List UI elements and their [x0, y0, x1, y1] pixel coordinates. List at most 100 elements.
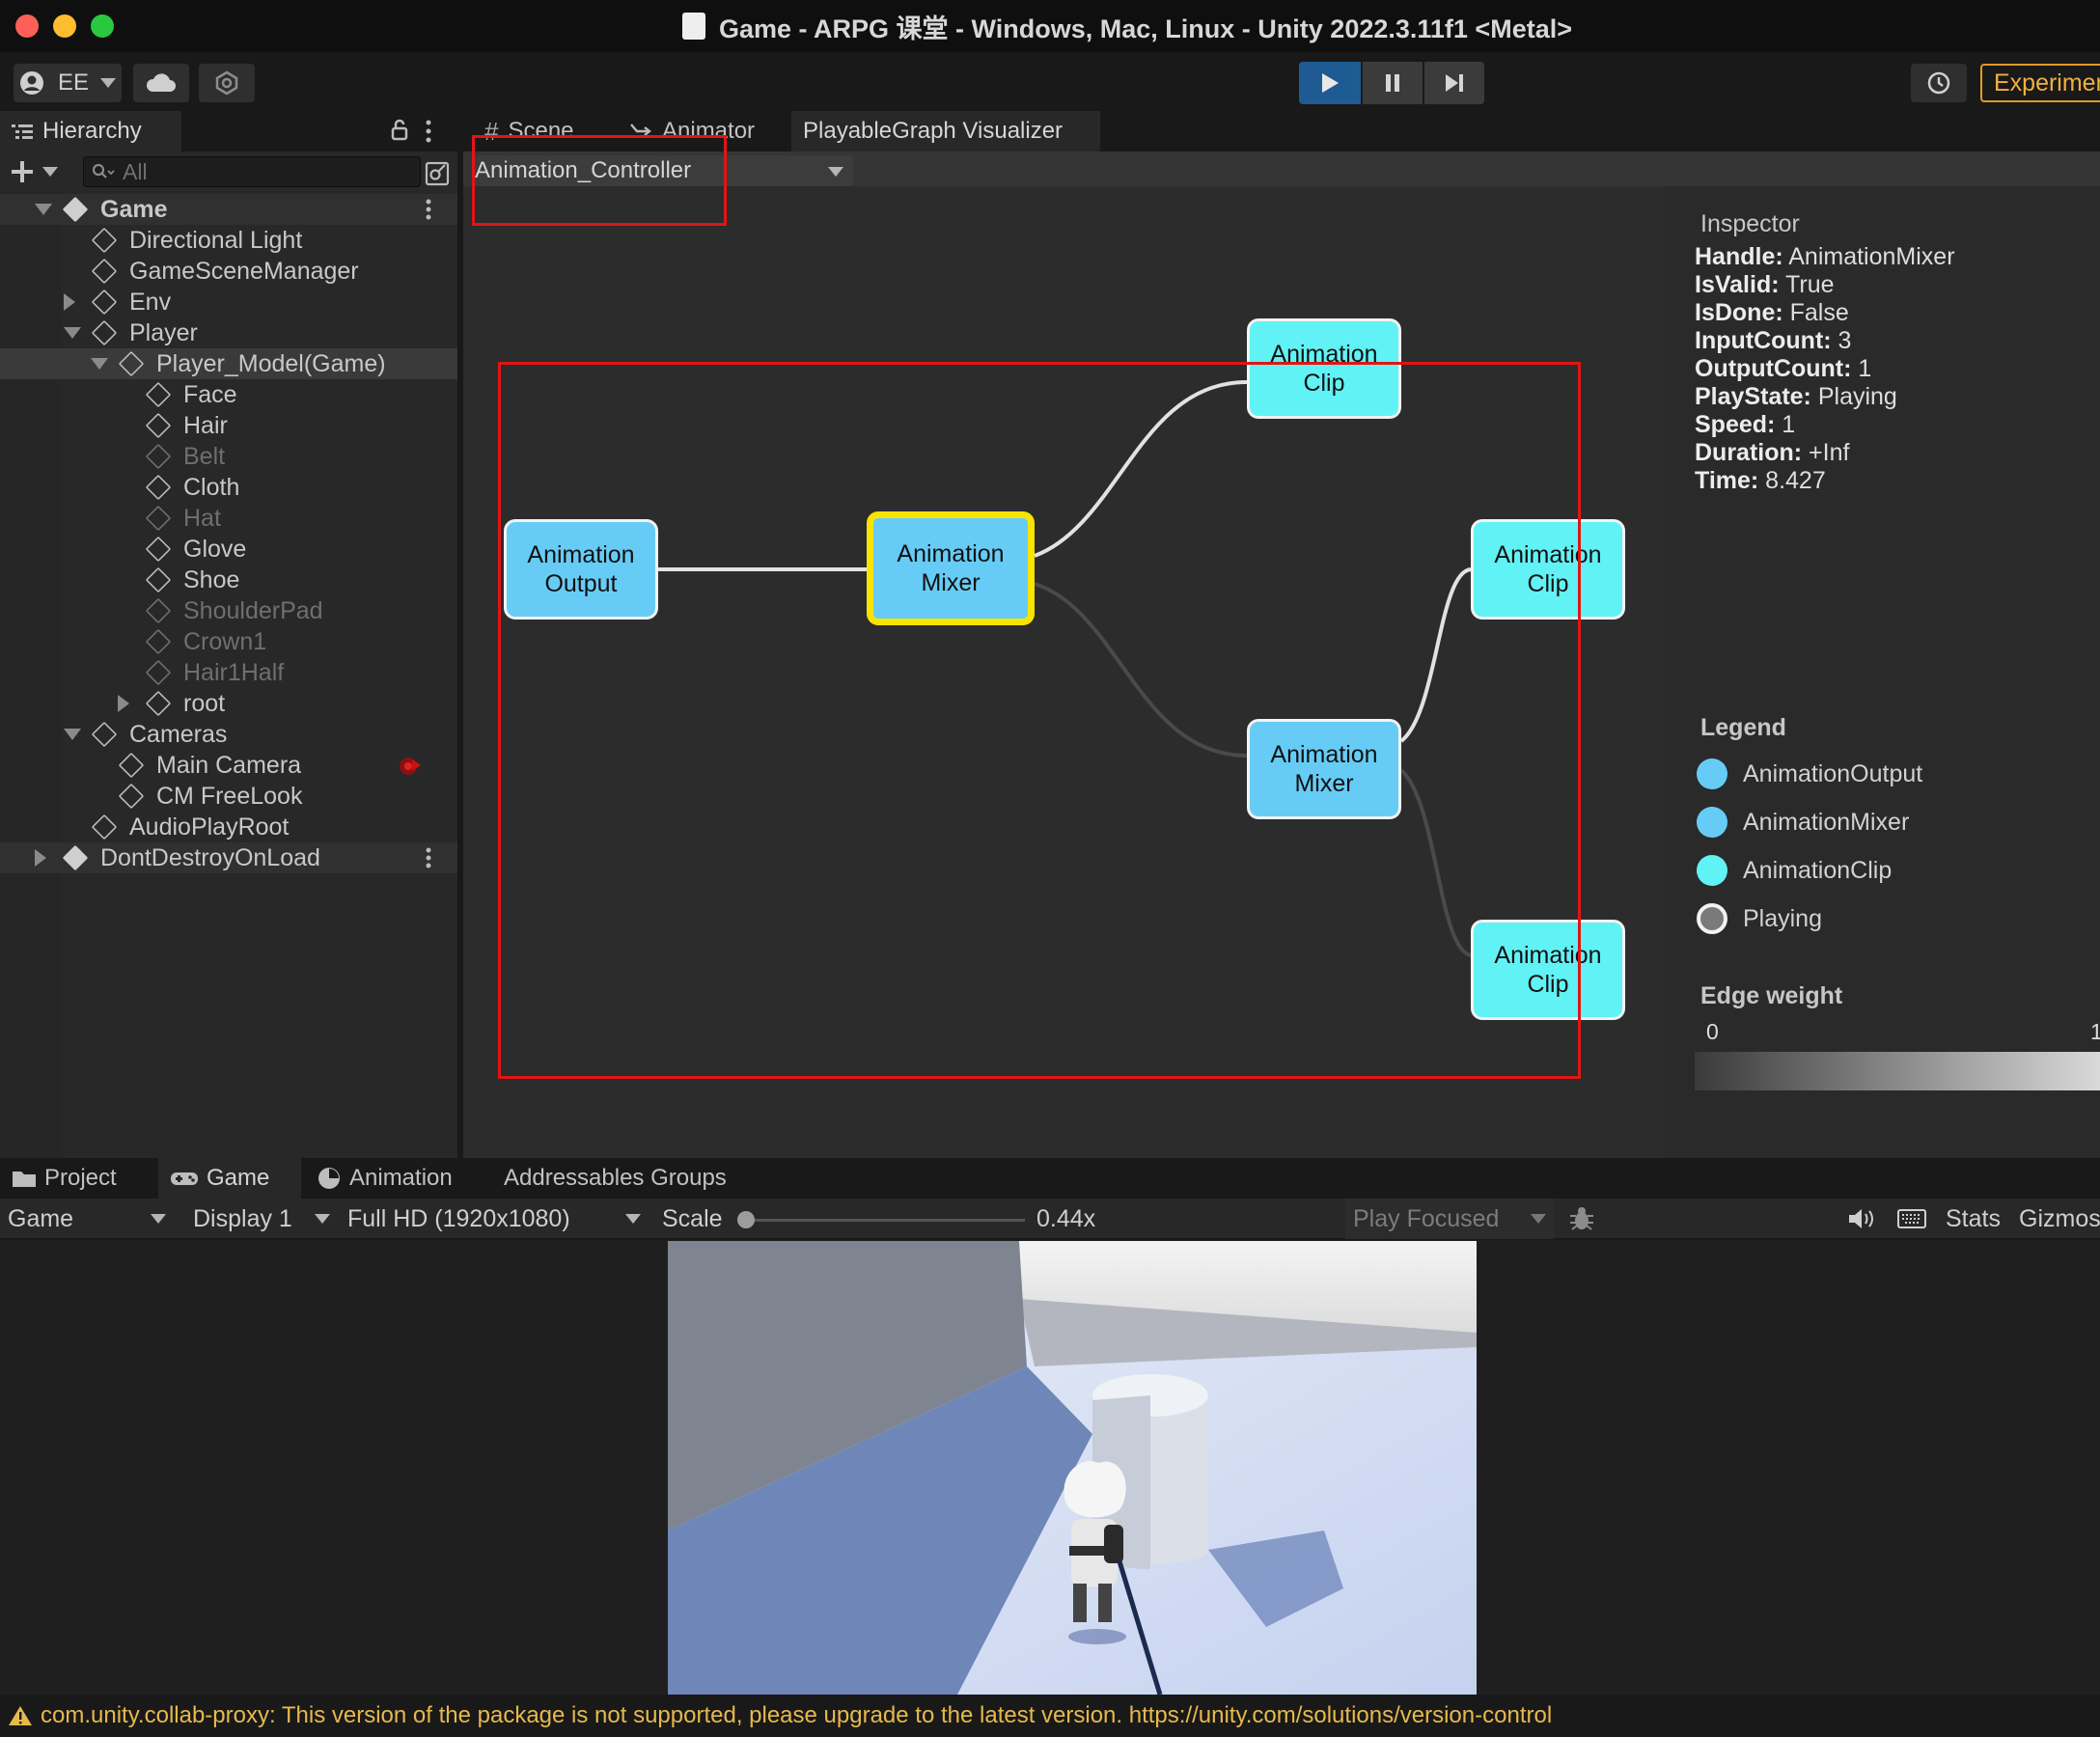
hierarchy-row[interactable]: Hair1Half	[0, 657, 457, 688]
tab-game[interactable]: Game	[158, 1158, 301, 1199]
gameobject-cube-icon	[145, 474, 172, 501]
tab-game-label: Game	[207, 1165, 270, 1191]
step-button[interactable]	[1424, 62, 1484, 104]
inspector-field: Time: 8.427	[1695, 467, 1826, 495]
hierarchy-row[interactable]: Shoe	[0, 565, 457, 595]
create-button[interactable]	[10, 159, 58, 184]
status-bar[interactable]: com.unity.collab-proxy: This version of …	[0, 1695, 2100, 1737]
gameobject-cube-icon	[145, 505, 172, 532]
legend-label: AnimationClip	[1743, 857, 1893, 884]
inspector-field: Handle: AnimationMixer	[1695, 243, 1955, 271]
hierarchy-row[interactable]: Player	[0, 317, 457, 348]
play-icon	[1322, 73, 1339, 93]
game-view-select[interactable]: Game	[8, 1199, 172, 1239]
hierarchy-row[interactable]: Cloth	[0, 472, 457, 503]
more-options-icon[interactable]	[425, 198, 432, 228]
hierarchy-row[interactable]: Player_Model(Game)	[0, 348, 457, 379]
keyboard-icon[interactable]	[1897, 1199, 1926, 1239]
collapse-arrow-icon[interactable]	[64, 729, 81, 740]
legend-label: AnimationMixer	[1743, 809, 1910, 836]
lock-icon[interactable]	[390, 119, 409, 147]
hierarchy-row[interactable]: DontDestroyOnLoad	[0, 842, 457, 873]
play-mode-select[interactable]: Play Focused	[1345, 1199, 1554, 1239]
hierarchy-row[interactable]: Crown1	[0, 626, 457, 657]
mute-audio-icon[interactable]	[1847, 1199, 1876, 1239]
title-bar: Game - ARPG 课堂 - Windows, Mac, Linux - U…	[0, 0, 2100, 52]
expand-arrow-icon[interactable]	[118, 695, 129, 712]
hierarchy-row[interactable]: Game	[0, 194, 457, 225]
gizmos-button[interactable]: Gizmos	[2019, 1199, 2100, 1239]
hierarchy-tabstrip: Hierarchy	[0, 111, 457, 152]
pause-button[interactable]	[1363, 62, 1423, 104]
hierarchy-row-label: GameSceneManager	[129, 257, 359, 285]
collapse-arrow-icon[interactable]	[35, 204, 52, 215]
bug-icon[interactable]	[1567, 1199, 1596, 1239]
gameobject-cube-icon	[91, 721, 118, 748]
legend-label: AnimationOutput	[1743, 760, 1923, 787]
hierarchy-row[interactable]: Env	[0, 287, 457, 317]
resolution-select[interactable]: Full HD (1920x1080)	[347, 1199, 641, 1239]
tab-addressables-label: Addressables Groups	[504, 1165, 727, 1191]
tab-playablegraph-visualizer[interactable]: PlayableGraph Visualizer	[791, 111, 1100, 152]
inspector-field: OutputCount: 1	[1695, 355, 1871, 383]
gamepad-icon	[171, 1172, 198, 1185]
hierarchy-row-label: Hat	[183, 504, 221, 532]
hierarchy-row-label: Directional Light	[129, 226, 303, 254]
hierarchy-row[interactable]: Main Camera	[0, 750, 457, 781]
hierarchy-row-label: Hair	[183, 411, 228, 439]
cloud-icon	[146, 73, 176, 92]
hierarchy-row-label: Env	[129, 288, 172, 316]
collab-button[interactable]	[199, 64, 255, 102]
legend-swatch	[1697, 903, 1727, 934]
collapse-arrow-icon[interactable]	[64, 327, 81, 339]
tab-project[interactable]: Project	[0, 1158, 154, 1199]
hierarchy-row-label: AudioPlayRoot	[129, 813, 290, 841]
chevron-down-icon	[315, 1214, 330, 1224]
hierarchy-row-label: Cloth	[183, 473, 240, 501]
hierarchy-row[interactable]: GameSceneManager	[0, 256, 457, 287]
hierarchy-row[interactable]: Face	[0, 379, 457, 410]
inspector-field-key: Handle:	[1695, 243, 1783, 270]
cloud-button[interactable]	[133, 64, 189, 102]
more-options-icon[interactable]	[425, 846, 432, 876]
display-select[interactable]: Display 1	[193, 1199, 330, 1239]
scale-slider-thumb[interactable]	[737, 1211, 755, 1228]
experimental-label: Experimen	[1994, 69, 2100, 96]
more-options-icon[interactable]	[425, 119, 432, 149]
hierarchy-row[interactable]: ShoulderPad	[0, 595, 457, 626]
inspector-field-value: 1	[1851, 355, 1872, 382]
expand-arrow-icon[interactable]	[35, 849, 46, 867]
hierarchy-row[interactable]: Hat	[0, 503, 457, 534]
hierarchy-row[interactable]: Glove	[0, 534, 457, 565]
hierarchy-row[interactable]: Belt	[0, 441, 457, 472]
expand-arrow-icon[interactable]	[64, 293, 75, 311]
gameobject-cube-icon	[145, 566, 172, 593]
hierarchy-row[interactable]: CM FreeLook	[0, 781, 457, 812]
hierarchy-search-field[interactable]: All	[83, 156, 421, 187]
hierarchy-row-label: Main Camera	[156, 751, 302, 779]
tab-addressables-groups[interactable]: Addressables Groups	[492, 1158, 762, 1199]
experimental-packages-button[interactable]: Experimen	[1980, 64, 2100, 102]
gameobject-cube-icon	[145, 536, 172, 563]
game-viewport-render[interactable]	[668, 1241, 1477, 1695]
play-button[interactable]	[1299, 62, 1361, 104]
account-button[interactable]: EE	[14, 64, 122, 102]
tab-animation[interactable]: Animation	[305, 1158, 479, 1199]
history-button[interactable]	[1911, 64, 1967, 102]
stats-button[interactable]: Stats	[1946, 1199, 2001, 1239]
hierarchy-row[interactable]: Directional Light	[0, 225, 457, 256]
scene-search-icon[interactable]	[425, 161, 450, 191]
hierarchy-row[interactable]: AudioPlayRoot	[0, 812, 457, 842]
hierarchy-row[interactable]: Hair	[0, 410, 457, 441]
status-message: com.unity.collab-proxy: This version of …	[41, 1702, 1553, 1728]
gameobject-cube-icon	[118, 350, 145, 377]
hierarchy-row[interactable]: root	[0, 688, 457, 719]
window-title-area: Game - ARPG 课堂 - Windows, Mac, Linux - U…	[0, 0, 2100, 52]
tab-hierarchy[interactable]: Hierarchy	[0, 111, 181, 152]
scale-slider-track[interactable]	[745, 1219, 1025, 1222]
hierarchy-row[interactable]: Cameras	[0, 719, 457, 750]
gameobject-cube-icon	[145, 628, 172, 655]
collapse-arrow-icon[interactable]	[91, 358, 108, 370]
hierarchy-toolbar: All	[0, 152, 457, 192]
plus-icon	[12, 161, 33, 182]
